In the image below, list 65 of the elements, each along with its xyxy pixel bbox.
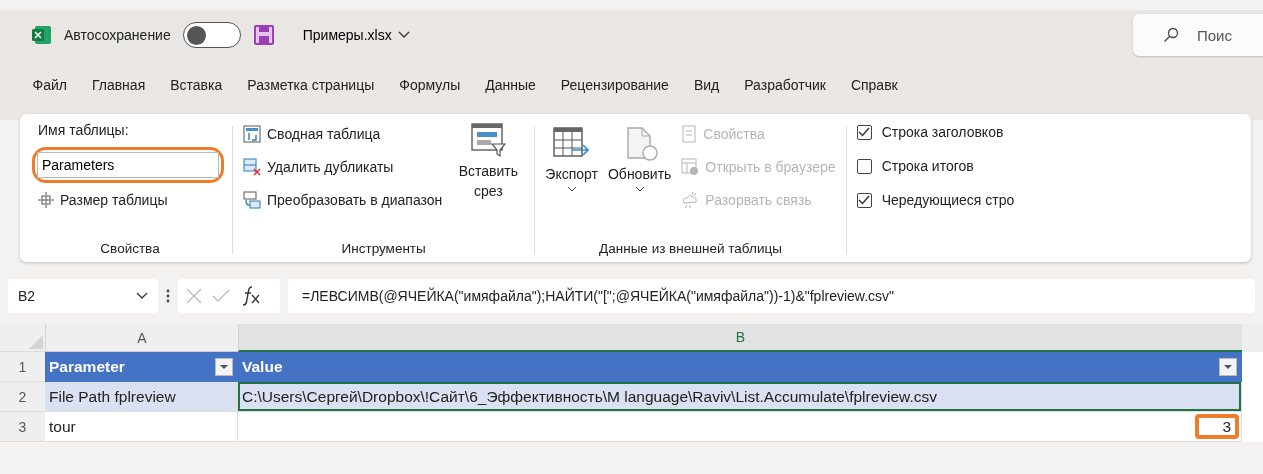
ribbon-tab[interactable]: Рецензирование (548, 77, 682, 93)
insert-slicer-button[interactable]: Вставить срез (452, 122, 525, 237)
ribbon-tab[interactable]: Главная (79, 77, 158, 93)
group-label: Данные из внешней таблицы (599, 241, 782, 256)
more-options-icon[interactable] (166, 288, 170, 304)
table-header-cell[interactable]: Parameter (45, 352, 238, 382)
search-field[interactable]: Поис (1133, 14, 1263, 56)
ribbon-tab[interactable]: Вид (681, 77, 732, 93)
file-name-dropdown[interactable]: Примеры.xlsx (302, 27, 410, 43)
row-header[interactable]: 3 (0, 412, 45, 442)
browser-icon (681, 158, 700, 176)
ribbon-command[interactable]: Преобразовать в диапазон (243, 191, 443, 209)
style-option-checkbox[interactable]: Строка заголовков (856, 124, 1015, 140)
save-icon[interactable] (252, 24, 275, 46)
properties-icon (681, 125, 698, 143)
ribbon-tab[interactable]: Разметка страницы (234, 77, 387, 93)
insert-function-icon[interactable] (240, 286, 262, 306)
table-cell: tour (45, 412, 238, 442)
chevron-down-icon (397, 31, 410, 39)
pivot-table-icon (243, 125, 261, 143)
check-icon (858, 127, 871, 137)
ribbon-tab[interactable]: Формулы (386, 77, 473, 93)
ribbon-tab[interactable]: Разработчик (731, 77, 839, 93)
ribbon-command[interactable]: Удалить дубликаты (243, 158, 443, 176)
refresh-button[interactable]: Обновить (607, 122, 672, 237)
remove-duplicates-icon (243, 158, 261, 176)
ribbon-tab[interactable]: Вставка (157, 77, 235, 93)
checkbox[interactable] (856, 124, 872, 140)
chevron-down-icon (136, 292, 148, 300)
ribbon-tab[interactable]: Данные (472, 77, 549, 93)
autosave-toggle[interactable] (182, 22, 241, 48)
style-option-checkbox[interactable]: Строка итогов (856, 158, 1015, 174)
slicer-icon (470, 122, 507, 158)
ribbon-command[interactable]: Сводная таблица (243, 125, 443, 143)
filter-dropdown-icon[interactable] (1219, 357, 1237, 376)
chevron-down-icon (566, 186, 577, 192)
row-header[interactable]: 1 (0, 352, 45, 382)
autosave-label: Автосохранение (64, 27, 171, 43)
check-icon (858, 195, 871, 205)
ribbon-tab[interactable]: Файл (20, 77, 80, 93)
table-cell: 3 (238, 412, 1242, 442)
name-box[interactable]: B2 (8, 279, 158, 313)
ribbon-tab[interactable]: Справк (838, 77, 911, 93)
table-header-cell[interactable]: Value (238, 352, 1242, 382)
broken-link-icon (681, 191, 700, 209)
group-label: Инструменты (341, 241, 426, 256)
excel-logo-icon (32, 25, 52, 45)
convert-range-icon (243, 191, 261, 209)
group-label: Свойства (100, 241, 160, 256)
search-icon (1163, 27, 1179, 43)
resize-table-button[interactable]: Размер таблицы (38, 192, 168, 208)
column-header[interactable]: B (238, 324, 1242, 352)
table-cell: C:\Users\Сергей\Dropbox\!Сайт\6_Эффективность\M language\Raviv\List.Accumulate\fplreview.csv (238, 382, 1242, 412)
style-option-checkbox[interactable]: Чередующиеся стро (856, 192, 1015, 208)
formula-field[interactable]: =ЛЕВСИМВ(@ЯЧЕЙКА("имяфайла");НАЙТИ("[";@ЯЧЕЙКА("имяфайла"))-1)&"fplreview.csv" (288, 279, 1255, 313)
resize-table-icon (38, 192, 54, 208)
chevron-down-icon (634, 186, 645, 192)
table-name-label: Имя таблицы: (38, 122, 129, 138)
checkbox[interactable] (856, 158, 872, 174)
table-name-field[interactable]: Parameters (37, 152, 219, 178)
export-button[interactable]: Экспорт (545, 122, 598, 237)
checkbox[interactable] (856, 192, 872, 208)
filter-dropdown-icon[interactable] (215, 357, 233, 376)
table-cell: File Path fplreview (45, 382, 238, 412)
row-header[interactable]: 2 (0, 382, 45, 412)
